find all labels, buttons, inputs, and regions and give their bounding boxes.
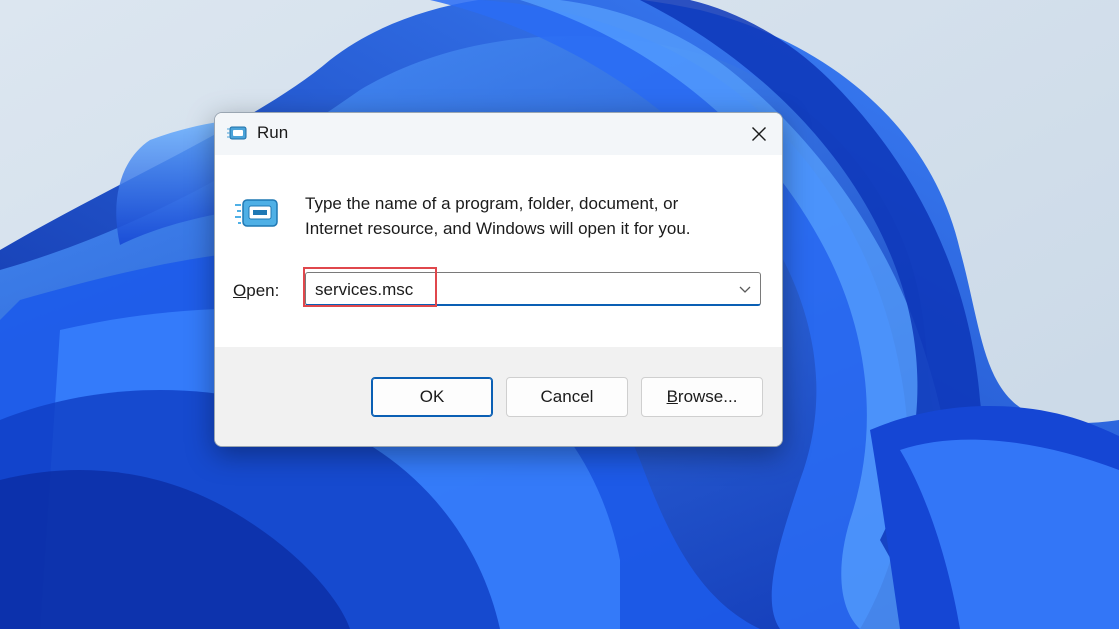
dialog-title: Run bbox=[257, 123, 289, 142]
open-label-rest: pen: bbox=[246, 281, 280, 300]
ok-label: OK bbox=[419, 387, 445, 406]
browse-label-rest: rowse... bbox=[677, 387, 738, 406]
cancel-button[interactable]: Cancel bbox=[506, 377, 628, 417]
title-bar[interactable]: Run bbox=[215, 113, 782, 155]
ok-button[interactable]: OK bbox=[371, 377, 493, 417]
close-icon bbox=[752, 127, 766, 141]
open-combobox[interactable]: services.msc bbox=[305, 272, 761, 306]
description-line-2: Internet resource, and Windows will open… bbox=[305, 219, 691, 238]
open-access-key: O bbox=[233, 281, 247, 300]
run-dialog: Run Type the name of a program, folder, … bbox=[214, 112, 783, 447]
open-input[interactable]: services.msc bbox=[315, 280, 413, 300]
close-button[interactable] bbox=[742, 117, 776, 151]
button-bar: OK Cancel Browse... bbox=[215, 347, 782, 446]
description-line-1: Type the name of a program, folder, docu… bbox=[305, 194, 679, 213]
desktop: Run Type the name of a program, folder, … bbox=[0, 0, 1119, 629]
cancel-label: Cancel bbox=[540, 387, 594, 406]
chevron-down-icon[interactable] bbox=[738, 283, 752, 295]
browse-button[interactable]: Browse... bbox=[641, 377, 763, 417]
open-label: Open: bbox=[233, 281, 279, 301]
dialog-content: Type the name of a program, folder, docu… bbox=[215, 155, 782, 347]
browse-access-key: B bbox=[666, 387, 678, 406]
description-text: Type the name of a program, folder, docu… bbox=[305, 191, 745, 241]
run-icon bbox=[227, 126, 247, 140]
run-program-icon bbox=[235, 199, 278, 227]
